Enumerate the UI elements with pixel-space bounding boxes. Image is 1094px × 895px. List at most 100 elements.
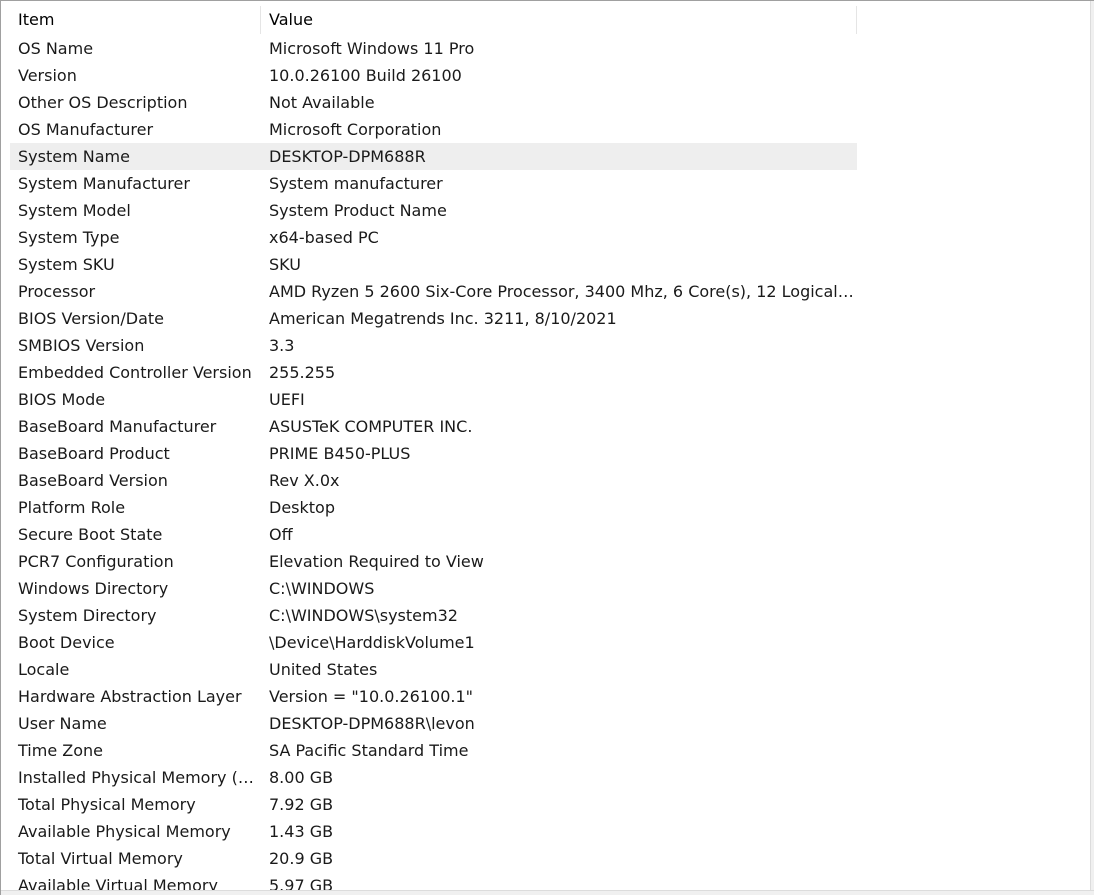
table-row[interactable]: Total Virtual Memory 20.9 GB	[10, 845, 1090, 872]
table-row[interactable]: Hardware Abstraction Layer Version = "10.…	[10, 683, 1090, 710]
row-value-cell: SA Pacific Standard Time	[269, 741, 469, 760]
column-header-filler	[857, 6, 1090, 34]
row-item-cell: User Name	[18, 714, 107, 733]
row-item-cell: Boot Device	[18, 633, 115, 652]
row-item-cell: System SKU	[18, 255, 115, 274]
row-item-cell: Embedded Controller Version	[18, 363, 252, 382]
table-row[interactable]: System Manufacturer System manufacturer	[10, 170, 1090, 197]
table-row[interactable]: Available Physical Memory 1.43 GB	[10, 818, 1090, 845]
row-value-cell: DESKTOP-DPM688R\levon	[269, 714, 475, 733]
row-value-cell: Off	[269, 525, 293, 544]
row-value-cell: UEFI	[269, 390, 305, 409]
row-item-cell: Secure Boot State	[18, 525, 163, 544]
row-value-cell: 3.3	[269, 336, 295, 355]
row-item-cell: Time Zone	[18, 741, 103, 760]
row-item-cell: OS Name	[18, 39, 94, 58]
row-item-cell: Version	[18, 66, 77, 85]
row-value-cell: SKU	[269, 255, 301, 274]
row-value-cell: Desktop	[269, 498, 335, 517]
table-row[interactable]: System Directory C:\WINDOWS\system32	[10, 602, 1090, 629]
table-row[interactable]: BaseBoard Version Rev X.0x	[10, 467, 1090, 494]
column-header-value[interactable]: Value	[261, 6, 857, 34]
row-item-cell: BaseBoard Product	[18, 444, 170, 463]
row-value-cell: 20.9 GB	[269, 849, 334, 868]
row-value-cell: C:\WINDOWS\system32	[269, 606, 458, 625]
row-item-cell: Total Virtual Memory	[18, 849, 183, 868]
row-item-cell: BaseBoard Manufacturer	[18, 417, 217, 436]
table-row[interactable]: SMBIOS Version 3.3	[10, 332, 1090, 359]
table-row[interactable]: PCR7 Configuration Elevation Required to …	[10, 548, 1090, 575]
list-header: Item Value	[10, 6, 1090, 34]
table-row[interactable]: BIOS Version/Date American Megatrends Inc…	[10, 305, 1090, 332]
row-item-cell: PCR7 Configuration	[18, 552, 174, 571]
table-row[interactable]: Time Zone SA Pacific Standard Time	[10, 737, 1090, 764]
row-value-cell: C:\WINDOWS	[269, 579, 375, 598]
row-item-cell: Locale	[18, 660, 70, 679]
table-row[interactable]: System SKU SKU	[10, 251, 1090, 278]
row-value-cell: Version = "10.0.26100.1"	[269, 687, 474, 706]
row-item-cell: Other OS Description	[18, 93, 188, 112]
row-item-cell: System Manufacturer	[18, 174, 190, 193]
row-item-cell: OS Manufacturer	[18, 120, 154, 139]
table-row[interactable]: Locale United States	[10, 656, 1090, 683]
row-value-cell: AMD Ryzen 5 2600 Six-Core Processor, 340…	[269, 282, 857, 301]
row-item-cell: System Directory	[18, 606, 157, 625]
table-row[interactable]: BaseBoard Manufacturer ASUSTeK COMPUTER I…	[10, 413, 1090, 440]
table-row[interactable]: Embedded Controller Version 255.255	[10, 359, 1090, 386]
row-item-cell: Processor	[18, 282, 96, 301]
table-row[interactable]: Version 10.0.26100 Build 26100	[10, 62, 1090, 89]
row-value-cell: System manufacturer	[269, 174, 443, 193]
row-item-cell: Windows Directory	[18, 579, 169, 598]
bottom-frame-edge	[1, 890, 1094, 895]
table-row[interactable]: Total Physical Memory 7.92 GB	[10, 791, 1090, 818]
row-value-cell: System Product Name	[269, 201, 447, 220]
table-row[interactable]: OS Name Microsoft Windows 11 Pro	[10, 35, 1090, 62]
right-frame-edge	[1090, 1, 1094, 895]
row-value-cell: American Megatrends Inc. 3211, 8/10/2021	[269, 309, 617, 328]
table-row[interactable]: Other OS Description Not Available	[10, 89, 1090, 116]
row-value-cell: \Device\HarddiskVolume1	[269, 633, 475, 652]
table-row[interactable]: Secure Boot State Off	[10, 521, 1090, 548]
table-row[interactable]: BaseBoard Product PRIME B450-PLUS	[10, 440, 1090, 467]
row-item-cell: BaseBoard Version	[18, 471, 168, 490]
table-row[interactable]: Platform Role Desktop	[10, 494, 1090, 521]
table-row[interactable]: OS Manufacturer Microsoft Corporation	[10, 116, 1090, 143]
row-value-cell: Microsoft Windows 11 Pro	[269, 39, 475, 58]
left-gutter	[1, 1, 10, 895]
row-item-cell: Total Physical Memory	[18, 795, 196, 814]
row-value-cell: 255.255	[269, 363, 336, 382]
row-item-cell: BIOS Version/Date	[18, 309, 164, 328]
table-row[interactable]: System Type x64-based PC	[10, 224, 1090, 251]
row-item-cell: BIOS Mode	[18, 390, 106, 409]
row-value-cell: Rev X.0x	[269, 471, 340, 490]
row-item-cell: SMBIOS Version	[18, 336, 145, 355]
table-row[interactable]: User Name DESKTOP-DPM688R\levon	[10, 710, 1090, 737]
table-row[interactable]: System Model System Product Name	[10, 197, 1090, 224]
table-row[interactable]: Installed Physical Memory (RA... 8.00 GB	[10, 764, 1090, 791]
row-item-cell: Platform Role	[18, 498, 126, 517]
row-item-cell: Installed Physical Memory (RA...	[18, 768, 261, 787]
row-value-cell: 10.0.26100 Build 26100	[269, 66, 462, 85]
table-row[interactable]: Windows Directory C:\WINDOWS	[10, 575, 1090, 602]
row-value-cell: Not Available	[269, 93, 375, 112]
table-row[interactable]: Processor AMD Ryzen 5 2600 Six-Core Proce…	[10, 278, 1090, 305]
row-value-cell: 7.92 GB	[269, 795, 334, 814]
row-value-cell: x64-based PC	[269, 228, 379, 247]
row-item-cell: System Type	[18, 228, 120, 247]
row-value-cell: Microsoft Corporation	[269, 120, 442, 139]
table-row[interactable]: Boot Device \Device\HarddiskVolume1	[10, 629, 1090, 656]
row-value-cell: 1.43 GB	[269, 822, 334, 841]
row-value-cell: ASUSTeK COMPUTER INC.	[269, 417, 473, 436]
list-rows: OS Name Microsoft Windows 11 Pro Version 10…	[10, 35, 1090, 895]
row-value-cell: PRIME B450-PLUS	[269, 444, 411, 463]
row-item-cell: System Name	[10, 143, 261, 170]
row-value-cell: United States	[269, 660, 378, 679]
table-row[interactable]: System Name DESKTOP-DPM688R	[10, 143, 1090, 170]
row-item-cell: System Model	[18, 201, 131, 220]
table-row[interactable]: BIOS Mode UEFI	[10, 386, 1090, 413]
row-item-cell: Available Physical Memory	[18, 822, 231, 841]
system-summary-list[interactable]: Item Value OS Name Microsoft Windows 11 P…	[0, 0, 1094, 895]
column-header-item[interactable]: Item	[10, 6, 261, 34]
row-value-cell: DESKTOP-DPM688R	[261, 143, 857, 170]
row-value-cell: 8.00 GB	[269, 768, 334, 787]
